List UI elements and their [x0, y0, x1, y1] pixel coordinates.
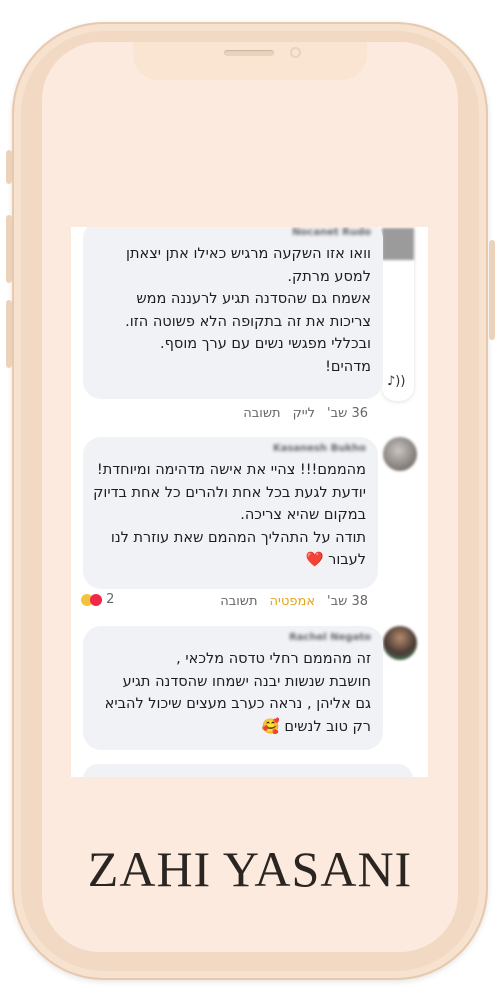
avatar[interactable]	[383, 626, 417, 660]
comment-time[interactable]: 36 שב'	[327, 406, 368, 421]
reply-button[interactable]: תשובה	[243, 406, 280, 421]
reply-button[interactable]: תשובה	[220, 594, 257, 609]
heart-icon	[90, 593, 102, 606]
comment-text-line: אשמח גם שהסדנה תגיע לרעננה ממש	[136, 291, 371, 307]
comment-text-line: וואו אזו השקעה מרגיש כאילו אתן יצאתן	[126, 246, 371, 262]
comment-bubble	[83, 764, 413, 777]
phone-volume-down-button	[6, 300, 12, 368]
reaction-count: 2	[106, 592, 115, 607]
comment-text-line: יודעת לגעת בכל אחת ולהרים כל אחת בדיוק	[93, 484, 366, 501]
comments-screenshot: ♪)) Nocanet Rudo וואו אזו השקעה מרגיש כא…	[71, 227, 428, 777]
reaction-summary[interactable]: 2	[81, 592, 114, 607]
speaker-grille	[224, 50, 274, 56]
comment-text-line: מדהים!	[325, 358, 371, 375]
comment-author[interactable]: Kasanesh Bukho	[97, 441, 366, 457]
phone-notch	[133, 42, 367, 80]
avatar[interactable]	[383, 437, 417, 471]
front-camera	[290, 47, 301, 58]
comment-actions: 38 שב' אמפטיה תשובה	[208, 594, 368, 609]
reaction-button[interactable]: אמפטיה	[270, 594, 315, 609]
comment-text-line: חושבת שנשות יבנה ישמחו שהסדנה תגיע	[122, 673, 371, 690]
comment-author[interactable]: Rachel Negato	[97, 630, 371, 646]
comment-bubble: Rachel Negato זה מהממם רחלי טדסה מלכאי ,…	[83, 626, 383, 750]
like-button[interactable]: לייק	[293, 406, 315, 421]
phone-mute-button	[6, 150, 12, 184]
comment-time[interactable]: 38 שב'	[327, 594, 368, 609]
comment-text-line: צריכות את זה בתקופה הלא פשוטה הזו.	[125, 313, 371, 330]
comment-bubble: Kasanesh Bukho מהממם!!! צהיי את אישה מדה…	[83, 437, 378, 589]
comment-text-line: במקום שהיא צריכה.	[240, 507, 366, 523]
comment-text-line: לעבור ❤️	[305, 552, 367, 568]
comment-actions: 36 שב' לייק תשובה	[231, 406, 368, 421]
comment-text-line: זה מהממם רחלי טדסה מלכאי ,	[176, 651, 371, 667]
phone-power-button	[489, 240, 495, 340]
comment-text-line: גם אליהן , נראה כערב מעצים שיכול להביא	[104, 696, 371, 712]
sound-wave-icon[interactable]: ♪))	[387, 375, 405, 389]
brand-title: ZAHI YASANI	[87, 841, 413, 897]
comment-text-line: ובכללי מפגשי נשים עם ערך מוסף.	[160, 336, 371, 352]
phone-volume-up-button	[6, 215, 12, 283]
comment-bubble: Nocanet Rudo וואו אזו השקעה מרגיש כאילו …	[83, 227, 383, 399]
comment-text-line: למסע מרתק.	[287, 268, 371, 285]
comment-author[interactable]: Nocanet Rudo	[97, 227, 371, 241]
comment-text-line: מהממם!!! צהיי את אישה מדהימה ומיוחדת!	[96, 462, 366, 478]
avatar[interactable]	[382, 228, 414, 260]
comment-text-line: תודה על התהליך המהמם שאת עוזרת לנו	[110, 529, 366, 546]
comment-text-line: רק טוב לנשים 🥰	[261, 718, 371, 735]
